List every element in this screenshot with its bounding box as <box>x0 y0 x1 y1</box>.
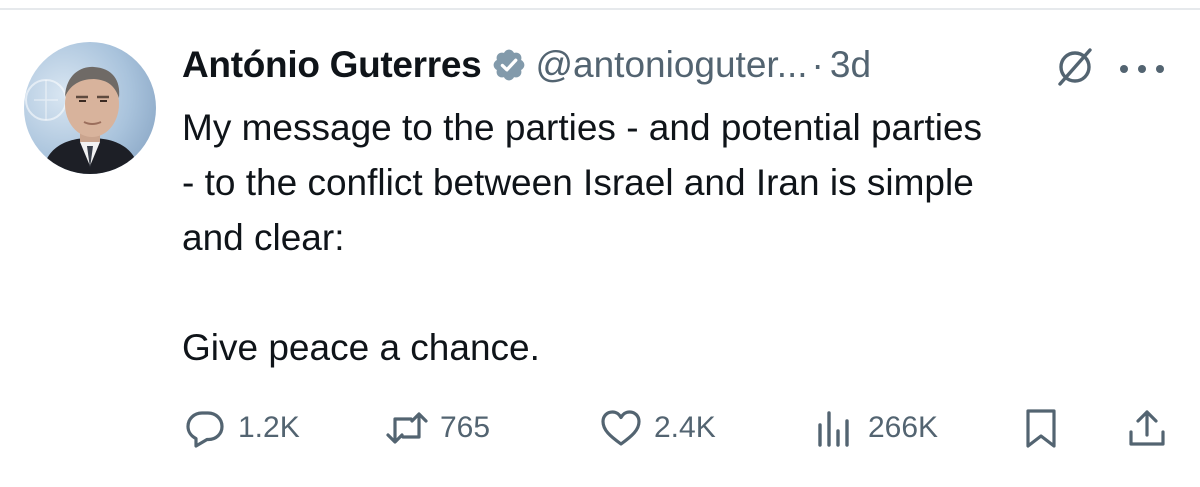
reply-button[interactable]: 1.2K <box>182 398 300 458</box>
action-bar: 1.2K 765 2.4K 266K <box>182 398 1172 458</box>
repost-icon <box>384 405 430 451</box>
verified-badge-icon[interactable] <box>491 47 527 83</box>
like-count: 2.4K <box>654 411 716 444</box>
top-divider <box>0 8 1200 10</box>
more-icon[interactable] <box>1116 62 1168 74</box>
tweet-header: António Guterres @antonioguter... · 3d <box>182 36 871 94</box>
like-button[interactable]: 2.4K <box>598 398 716 458</box>
share-button[interactable] <box>1124 398 1170 458</box>
views-icon <box>812 405 858 451</box>
views-button[interactable]: 266K <box>812 398 938 458</box>
grok-icon[interactable] <box>1052 44 1098 90</box>
reply-icon <box>182 405 228 451</box>
like-icon <box>598 405 644 451</box>
post-time[interactable]: 3d <box>830 44 871 86</box>
avatar[interactable] <box>24 42 156 174</box>
author-name[interactable]: António Guterres <box>182 44 482 86</box>
views-count: 266K <box>868 411 939 444</box>
repost-count: 765 <box>440 411 491 444</box>
separator-dot: · <box>811 44 824 85</box>
avatar-photo <box>25 66 140 174</box>
author-handle[interactable]: @antonioguter... <box>535 44 807 86</box>
repost-button[interactable]: 765 <box>384 398 490 458</box>
bookmark-icon <box>1018 405 1064 451</box>
reply-count: 1.2K <box>238 411 300 444</box>
share-icon <box>1124 405 1170 451</box>
bookmark-button[interactable] <box>1018 398 1064 458</box>
tweet-text: My message to the parties - and potentia… <box>182 107 983 368</box>
